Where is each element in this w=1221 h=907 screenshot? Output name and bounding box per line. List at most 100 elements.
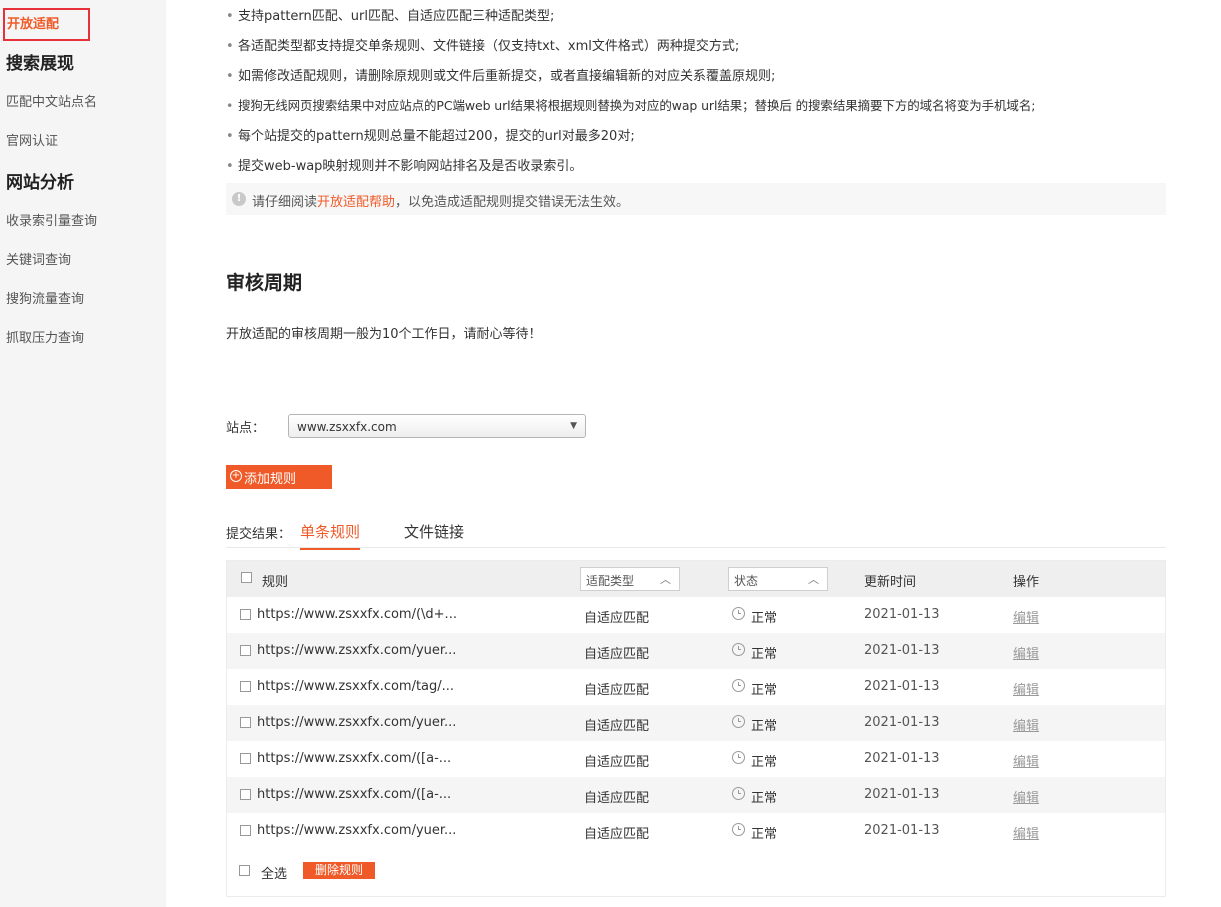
row-checkbox[interactable] [240,645,251,656]
rule-cell: https://www.zsxxfx.com/yuer... [257,643,457,658]
edit-link[interactable]: 编辑 [1013,643,1039,662]
table-row: https://www.zsxxfx.com/(\d+... 自适应匹配 正常 … [227,597,1165,633]
clock-icon [732,679,745,692]
add-rule-label: 添加规则 [244,472,297,487]
select-all-label: 全选 [261,867,288,882]
rule-cell: https://www.zsxxfx.com/(\d+... [257,607,457,622]
type-cell: 自适应匹配 [584,683,650,698]
help-link[interactable]: 开放适配帮助 [317,195,395,210]
updated-cell: 2021-01-13 [864,643,940,658]
table-header: 规则 适配类型 ︿ 状态 ︿ 更新时间 操作 [227,561,1165,597]
row-checkbox[interactable] [240,681,251,692]
sidebar-item-official-verification[interactable]: 官网认证 [6,130,58,149]
add-rule-button[interactable]: + 添加规则 [226,465,332,489]
edit-link[interactable]: 编辑 [1013,787,1039,806]
sidebar-item-crawl-pressure-query[interactable]: 抓取压力查询 [6,327,84,346]
type-filter-select[interactable]: 适配类型 ︿ [580,567,680,591]
table-row: https://www.zsxxfx.com/([a-... 自适应匹配 正常 … [227,741,1165,777]
review-description: 开放适配的审核周期一般为10个工作日，请耐心等待！ [226,327,542,342]
type-cell: 自适应匹配 [584,827,650,842]
sidebar: 开放适配 搜索展现 匹配中文站点名 官网认证 网站分析 收录索引量查询 关键词查… [0,0,166,907]
note-bullet: 各适配类型都支持提交单条规则、文件链接（仅支持txt、xml文件格式）两种提交方… [226,35,739,54]
updated-cell: 2021-01-13 [864,751,940,766]
row-checkbox[interactable] [240,753,251,764]
type-cell: 自适应匹配 [584,719,650,734]
updated-cell: 2021-01-13 [864,679,940,694]
rule-cell: https://www.zsxxfx.com/tag/... [257,679,455,694]
table-row: https://www.zsxxfx.com/([a-... 自适应匹配 正常 … [227,777,1165,813]
sidebar-item-index-query[interactable]: 收录索引量查询 [6,210,97,229]
rule-cell: https://www.zsxxfx.com/yuer... [257,715,457,730]
status-cell: 正常 [751,611,778,626]
sidebar-item-keyword-query[interactable]: 关键词查询 [6,249,71,268]
note-bullet: 提交web-wap映射规则并不影响网站排名及是否收录索引。 [226,155,582,174]
tabs-divider [226,547,1166,548]
row-checkbox[interactable] [240,825,251,836]
note-bullet: 支持pattern匹配、url匹配、自适应匹配三种适配类型; [226,5,554,24]
rule-cell: https://www.zsxxfx.com/([a-... [257,787,452,802]
clock-icon [732,607,745,620]
header-rule: 规则 [262,575,289,590]
rules-table: 规则 适配类型 ︿ 状态 ︿ 更新时间 操作 https://www.zsxxf… [226,560,1166,897]
status-cell: 正常 [751,827,778,842]
updated-cell: 2021-01-13 [864,715,940,730]
row-checkbox[interactable] [240,789,251,800]
triangle-down-icon: ▼ [570,421,577,431]
clock-icon [732,643,745,656]
updated-cell: 2021-01-13 [864,787,940,802]
site-select-value: www.zsxxfx.com [297,420,397,434]
updated-cell: 2021-01-13 [864,823,940,838]
notice-bar: ! 请仔细阅读开放适配帮助，以免造成适配规则提交错误无法生效。 [226,183,1166,215]
row-checkbox[interactable] [240,717,251,728]
clock-icon [732,787,745,800]
edit-link[interactable]: 编辑 [1013,607,1039,626]
edit-link[interactable]: 编辑 [1013,823,1039,842]
exclamation-icon: ! [232,192,246,206]
clock-icon [732,715,745,728]
sidebar-item-chinese-site-name[interactable]: 匹配中文站点名 [6,91,97,110]
table-row: https://www.zsxxfx.com/yuer... 自适应匹配 正常 … [227,633,1165,669]
status-cell: 正常 [751,719,778,734]
note-bullet: 每个站提交的pattern规则总量不能超过200，提交的url对最多20对; [226,125,635,144]
table-row: https://www.zsxxfx.com/yuer... 自适应匹配 正常 … [227,705,1165,741]
delete-rule-button[interactable]: 删除规则 [303,862,375,879]
clock-icon [732,823,745,836]
chevron-up-icon: ︿ [808,573,819,586]
sidebar-heading-search-display: 搜索展现 [6,54,74,74]
site-label: 站点： [226,421,266,436]
select-all-checkbox[interactable] [239,865,250,876]
status-cell: 正常 [751,755,778,770]
rule-cell: https://www.zsxxfx.com/yuer... [257,823,457,838]
table-footer: 全选 删除规则 [227,855,1165,885]
table-row: https://www.zsxxfx.com/tag/... 自适应匹配 正常 … [227,669,1165,705]
sidebar-heading-site-analysis: 网站分析 [6,173,74,193]
type-cell: 自适应匹配 [584,611,650,626]
note-bullet: 搜狗无线网页搜索结果中对应站点的PC端web url结果将根据规则替换为对应的w… [226,95,1035,114]
sidebar-item-label: 开放适配 [7,17,60,32]
plus-icon: + [230,470,242,482]
edit-link[interactable]: 编辑 [1013,679,1039,698]
status-cell: 正常 [751,647,778,662]
sidebar-item-traffic-query[interactable]: 搜狗流量查询 [6,288,84,307]
chevron-up-icon: ︿ [660,573,671,586]
rule-cell: https://www.zsxxfx.com/([a-... [257,751,452,766]
edit-link[interactable]: 编辑 [1013,751,1039,770]
notice-text: 请仔细阅读开放适配帮助，以免造成适配规则提交错误无法生效。 [252,195,630,210]
status-filter-select[interactable]: 状态 ︿ [728,567,828,591]
row-checkbox[interactable] [240,609,251,620]
status-cell: 正常 [751,683,778,698]
status-cell: 正常 [751,791,778,806]
updated-cell: 2021-01-13 [864,607,940,622]
edit-link[interactable]: 编辑 [1013,715,1039,734]
tab-single-rule[interactable]: 单条规则 [300,521,361,550]
clock-icon [732,751,745,764]
type-cell: 自适应匹配 [584,755,650,770]
header-checkbox[interactable] [241,572,252,583]
site-select[interactable]: www.zsxxfx.com ▼ [288,414,586,438]
tab-file-link[interactable]: 文件链接 [404,521,464,542]
type-cell: 自适应匹配 [584,647,650,662]
sidebar-item-open-adaptation[interactable]: 开放适配 [3,8,90,41]
section-title-review: 审核周期 [226,272,303,294]
header-action: 操作 [1013,575,1040,590]
table-row: https://www.zsxxfx.com/yuer... 自适应匹配 正常 … [227,813,1165,849]
